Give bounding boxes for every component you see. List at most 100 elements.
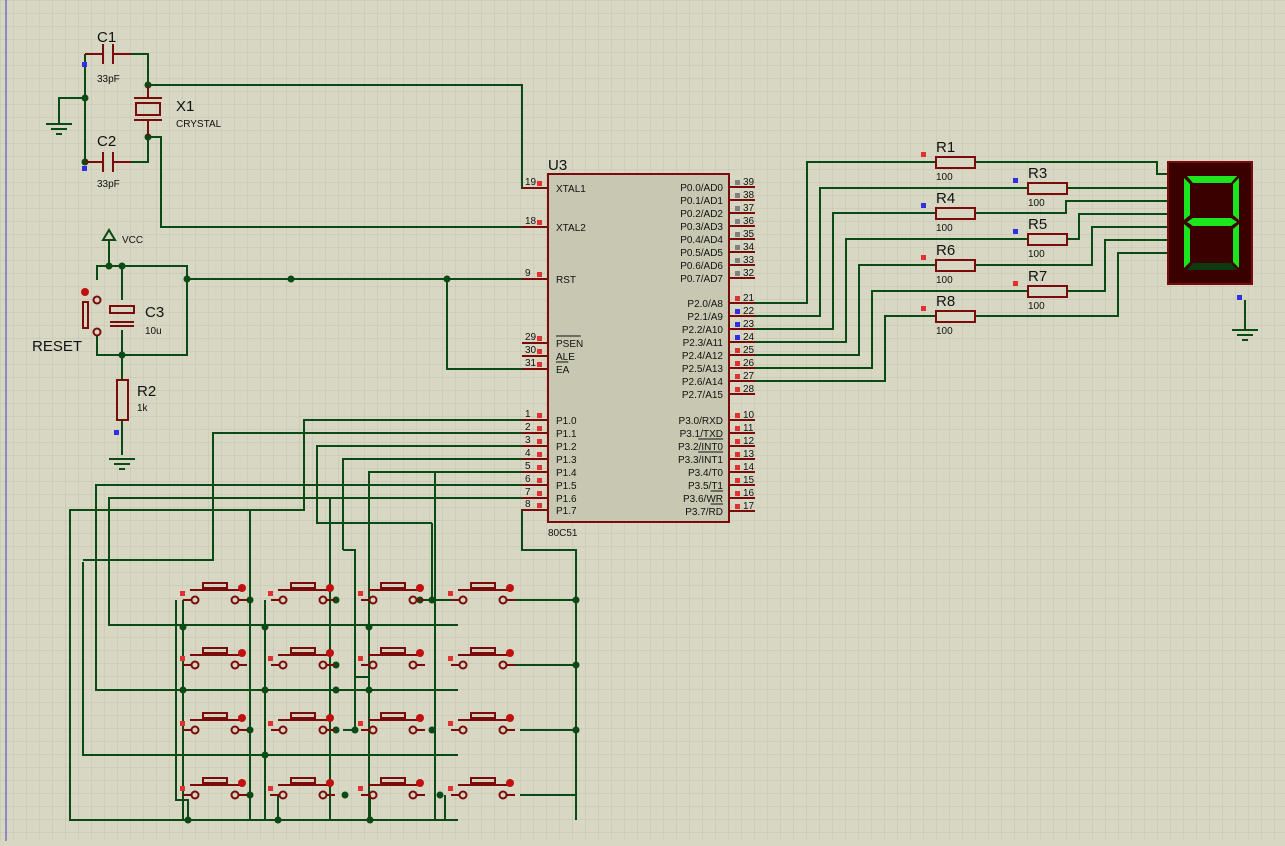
mcu-pin-number: 26: [743, 358, 755, 369]
mcu-pin-name: P0.2/AD2: [680, 209, 723, 220]
mcu-pin-name: XTAL2: [556, 223, 586, 234]
x1-value: CRYSTAL: [176, 119, 222, 130]
mcu-pin-name: P0.4/AD4: [680, 235, 723, 246]
resistor-ref: R8: [936, 293, 955, 310]
seven-segment-display[interactable]: [1167, 161, 1253, 300]
mcu-pin-name: P2.6/A14: [682, 377, 724, 388]
mcu-pin-name: P0.5/AD5: [680, 248, 723, 259]
resistor-value: 100: [936, 326, 953, 337]
resistor-ref: R1: [936, 139, 955, 156]
mcu-pin-name: P0.3/AD3: [680, 222, 723, 233]
mcu-pin-number: 28: [743, 384, 755, 395]
mcu-u3[interactable]: U3 80C51 19XTAL118XTAL29RST29PSEN30ALE31…: [522, 157, 755, 539]
mcu-pin-number: 24: [743, 332, 755, 343]
mcu-pin-number: 17: [743, 501, 755, 512]
mcu-pin-number: 1: [525, 409, 531, 420]
resistor-value: 100: [1028, 249, 1045, 260]
mcu-pin-number: 39: [743, 177, 755, 188]
mcu-pin-number: 6: [525, 474, 531, 485]
mcu-pin-name: P3.7/RD: [685, 507, 723, 518]
mcu-pin-name: P0.7/AD7: [680, 274, 723, 285]
mcu-pin-number: 16: [743, 488, 755, 499]
mcu-pin-name: XTAL1: [556, 184, 586, 195]
mcu-pin-number: 9: [525, 268, 531, 279]
mcu-pin-number: 35: [743, 229, 755, 240]
segment-g: [1187, 218, 1237, 226]
mcu-pin-name: P0.1/AD1: [680, 196, 723, 207]
r2-value: 1k: [137, 403, 149, 414]
mcu-pin-name: P3.3/INT1: [678, 455, 723, 466]
mcu-pin-number: 2: [525, 422, 531, 433]
c3-value: 10u: [145, 326, 162, 337]
mcu-pin-name: P2.0/A8: [687, 299, 723, 310]
resistor-ref: R3: [1028, 165, 1047, 182]
mcu-pin-name: P1.6: [556, 494, 577, 505]
mcu-pin-number: 32: [743, 268, 755, 279]
mcu-pin-number: 18: [525, 216, 537, 227]
resistor-value: 100: [936, 172, 953, 183]
mcu-pin-name: P1.5: [556, 481, 577, 492]
mcu-pin-name: ALE: [556, 352, 575, 363]
mcu-pin-name: P3.2/INT0: [678, 442, 723, 453]
c2-ref: C2: [97, 133, 116, 150]
mcu-pin-name: EA: [556, 365, 570, 376]
mcu-pin-name: P3.5/T1: [688, 481, 723, 492]
mcu-pin-name: P3.1/TXD: [680, 429, 723, 440]
mcu-pin-name: P3.6/WR: [683, 494, 723, 505]
mcu-pin-number: 34: [743, 242, 755, 253]
mcu-pin-number: 37: [743, 203, 755, 214]
mcu-pin-number: 30: [525, 345, 537, 356]
schematic-canvas[interactable]: C1 33pF C2 33pF X1 CRYSTAL VCC RESET C3 …: [0, 0, 1285, 841]
mcu-pin-number: 7: [525, 487, 531, 498]
segment-f: [1184, 178, 1190, 220]
u3-part: 80C51: [548, 528, 578, 539]
mcu-pin-name: P2.3/A11: [683, 338, 724, 349]
mcu-pin-name: P2.4/A12: [682, 351, 724, 362]
c3-ref: C3: [145, 304, 164, 321]
mcu-pin-number: 11: [743, 423, 754, 434]
c1-ref: C1: [97, 29, 116, 46]
mcu-pin-name: P0.6/AD6: [680, 261, 723, 272]
mcu-pin-name: P1.1: [556, 429, 577, 440]
resistor-ref: R6: [936, 242, 955, 259]
mcu-pin-name: P2.1/A9: [687, 312, 723, 323]
c2-value: 33pF: [97, 179, 120, 190]
mcu-pin-number: 38: [743, 190, 755, 201]
schematic-sheet[interactable]: C1 33pF C2 33pF X1 CRYSTAL VCC RESET C3 …: [0, 0, 1285, 841]
mcu-pin-number: 10: [743, 410, 755, 421]
mcu-pin-number: 22: [743, 306, 755, 317]
mcu-pin-name: P2.2/A10: [682, 325, 724, 336]
mcu-pin-name: P2.7/A15: [682, 390, 724, 401]
mcu-pin-number: 31: [525, 358, 537, 369]
mcu-pin-number: 29: [525, 332, 537, 343]
mcu-pin-name: P1.3: [556, 455, 577, 466]
u3-ref: U3: [548, 157, 567, 174]
mcu-pin-number: 15: [743, 475, 755, 486]
mcu-pin-name: PSEN: [556, 339, 583, 350]
mcu-pin-number: 14: [743, 462, 755, 473]
mcu-pin-number: 3: [525, 435, 531, 446]
mcu-pin-name: P3.0/RXD: [679, 416, 723, 427]
vcc-label: VCC: [122, 235, 143, 246]
mcu-pin-name: RST: [556, 275, 576, 286]
resistor-value: 100: [936, 275, 953, 286]
mcu-pin-number: 36: [743, 216, 755, 227]
mcu-pin-name: P3.4/T0: [688, 468, 723, 479]
mcu-pin-name: P1.4: [556, 468, 577, 479]
mcu-pin-number: 23: [743, 319, 755, 330]
mcu-pin-number: 5: [525, 461, 531, 472]
mcu-pin-number: 8: [525, 499, 531, 510]
resistor-ref: R7: [1028, 268, 1047, 285]
segment-e: [1184, 224, 1190, 268]
reset-label: RESET: [32, 338, 82, 355]
mcu-pin-name: P2.5/A13: [682, 364, 724, 375]
resistor-value: 100: [936, 223, 953, 234]
mcu-pin-number: 13: [743, 449, 755, 460]
resistor-value: 100: [1028, 301, 1045, 312]
mcu-pin-number: 25: [743, 345, 755, 356]
mcu-pin-name: P1.7: [556, 506, 577, 517]
resistor-ref: R5: [1028, 216, 1047, 233]
mcu-pin-number: 12: [743, 436, 755, 447]
segment-d: [1187, 263, 1237, 270]
mcu-pin-number: 27: [743, 371, 755, 382]
